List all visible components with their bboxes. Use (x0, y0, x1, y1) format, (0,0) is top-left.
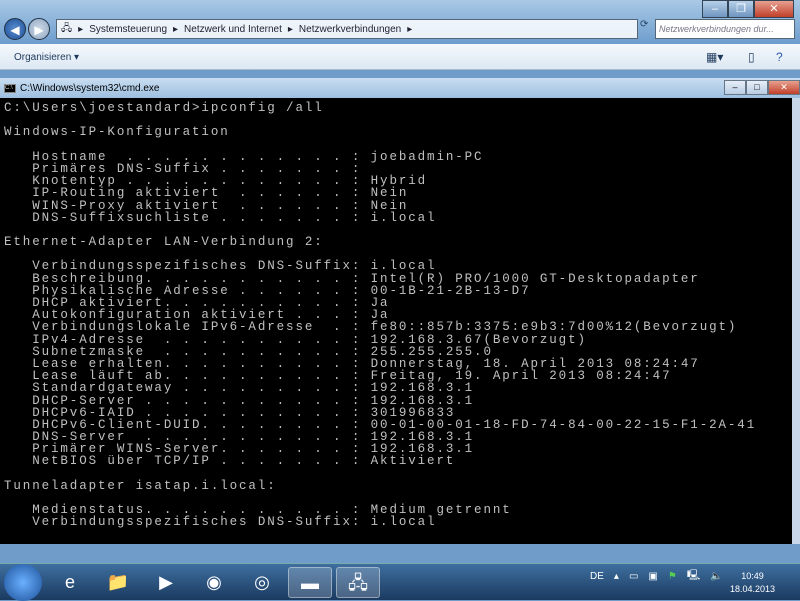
refresh-icon[interactable]: ⟳ (640, 19, 654, 39)
cmd-title-bar: C:\ C:\Windows\system32\cmd.exe – □ ✕ (0, 78, 800, 98)
breadcrumb-item[interactable]: Netzwerk und Internet (184, 24, 282, 35)
console-line: Verbindungsspezifisches DNS-Suffix: i.lo… (4, 515, 437, 530)
language-indicator[interactable]: DE (590, 571, 604, 582)
breadcrumb-item[interactable]: Systemsteuerung (89, 24, 167, 35)
minimize-button[interactable]: – (702, 0, 728, 18)
breadcrumb-separator-icon: ▸ (287, 23, 293, 35)
taskbar: e 📁 ▶ ◉ ◎ ▬ 🖧 DE ▴ ▭ ▣ ⚑ 🖳 🔈 10:49 18.04… (0, 563, 800, 601)
breadcrumb-separator-icon: ▸ (78, 23, 84, 35)
clock-time: 10:49 (741, 571, 764, 581)
back-button[interactable]: ◀ (4, 18, 26, 40)
cmd-close-button[interactable]: ✕ (768, 80, 800, 95)
network-connections-taskbar-icon[interactable]: 🖧 (336, 567, 380, 598)
search-input[interactable]: Netzwerkverbindungen dur... (655, 19, 795, 39)
console-line: Ethernet-Adapter LAN-Verbindung 2: (4, 235, 324, 250)
clock-date: 18.04.2013 (730, 584, 776, 594)
console-line: IPv4-Adresse . . . . . . . . . . : 192.1… (4, 332, 587, 347)
preview-pane-icon[interactable]: ▯ (748, 50, 755, 64)
console-line: NetBIOS über TCP/IP . . . . . . . : Akti… (4, 454, 456, 469)
file-explorer-icon[interactable]: 📁 (96, 567, 140, 598)
console-line: DNS-Suffixsuchliste . . . . . . . : i.lo… (4, 210, 437, 225)
cmd-window-title: C:\Windows\system32\cmd.exe (20, 82, 160, 94)
explorer-title-bar: – ❐ ✕ ◀ ▶ 🖧 ▸ Systemsteuerung ▸ Netzwerk… (0, 0, 800, 44)
display-icon[interactable]: ▣ (648, 571, 657, 582)
explorer-toolbar: Organisieren ▾ ▦▾ ▯ ? (0, 44, 800, 70)
cmd-icon: C:\ (4, 83, 16, 93)
internet-explorer-icon[interactable]: e (48, 567, 92, 598)
help-icon[interactable]: ? (776, 50, 783, 64)
system-tray: DE ▴ ▭ ▣ ⚑ 🖳 🔈 (590, 568, 723, 585)
network-icon[interactable]: 🖳 (687, 568, 700, 585)
address-bar[interactable]: 🖧 ▸ Systemsteuerung ▸ Netzwerk und Inter… (56, 19, 638, 39)
console-line: Standardgateway . . . . . . . . . : 192.… (4, 381, 475, 396)
console-line: Verbindungslokale IPv6-Adresse . : fe80:… (4, 320, 738, 335)
breadcrumb-separator-icon: ▸ (407, 23, 413, 35)
console-line: Beschreibung. . . . . . . . . . . : Inte… (4, 271, 700, 286)
keyboard-icon[interactable]: ▭ (629, 571, 638, 582)
media-player-icon[interactable]: ▶ (144, 567, 188, 598)
maximize-button[interactable]: ❐ (728, 0, 754, 18)
breadcrumb-separator-icon: ▸ (173, 23, 179, 35)
clock[interactable]: 10:49 18.04.2013 (730, 570, 775, 596)
chrome-icon[interactable]: ◎ (240, 567, 284, 598)
console-line: DHCP-Server . . . . . . . . . . . : 192.… (4, 393, 475, 408)
organize-button[interactable]: Organisieren ▾ (14, 52, 79, 63)
firefox-icon[interactable]: ◉ (192, 567, 236, 598)
show-hidden-icons-icon[interactable]: ▴ (614, 571, 619, 582)
console-line: Verbindungsspezifisches DNS-Suffix: i.lo… (4, 259, 437, 274)
forward-button[interactable]: ▶ (28, 18, 50, 40)
explorer-window-controls: – ❐ ✕ (702, 0, 794, 18)
action-center-icon[interactable]: ⚑ (668, 571, 677, 582)
cmd-taskbar-icon[interactable]: ▬ (288, 567, 332, 598)
cmd-maximize-button[interactable]: □ (746, 80, 768, 95)
console-line: IP-Routing aktiviert . . . . . . : Nein (4, 186, 409, 201)
breadcrumb-item[interactable]: Netzwerkverbindungen (299, 24, 401, 35)
start-button[interactable] (4, 564, 42, 601)
console-line: Windows-IP-Konfiguration (4, 125, 230, 140)
close-button[interactable]: ✕ (754, 0, 794, 18)
control-panel-icon: 🖧 (61, 22, 73, 34)
console-output[interactable]: C:\Users\joestandard>ipconfig /all Window… (0, 98, 792, 544)
cmd-minimize-button[interactable]: – (724, 80, 746, 95)
volume-icon[interactable]: 🔈 (710, 571, 722, 582)
console-line: C:\Users\joestandard>ipconfig /all (4, 101, 324, 115)
console-scrollbar[interactable] (792, 98, 800, 544)
change-view-icon[interactable]: ▦▾ (706, 50, 723, 64)
console-line: Tunneladapter isatap.i.local: (4, 478, 277, 493)
console-line: WINS-Proxy aktiviert . . . . . . : Nein (4, 198, 409, 213)
